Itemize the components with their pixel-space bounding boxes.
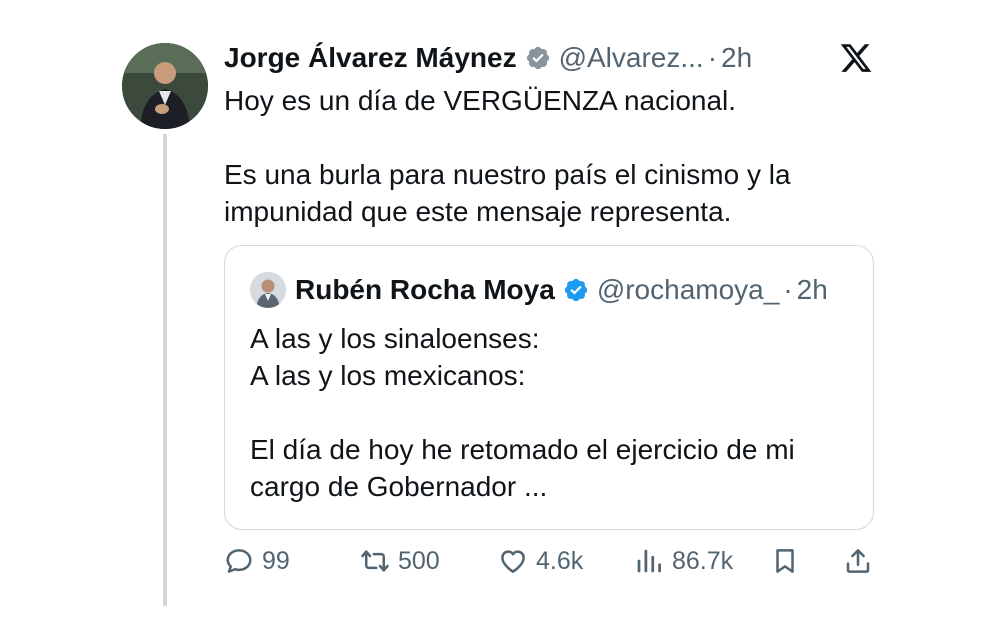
separator-dot: · bbox=[783, 274, 793, 305]
tweet-paragraph: Hoy es un día de VERGÜENZA nacional. bbox=[224, 85, 737, 116]
quoted-tweet-time[interactable]: 2h bbox=[797, 274, 828, 306]
tweet-text: Hoy es un día de VERGÜENZA nacional. Es … bbox=[224, 82, 874, 230]
separator-dot: · bbox=[707, 42, 718, 73]
views-icon bbox=[637, 549, 661, 573]
reply-button[interactable]: 99 bbox=[224, 541, 290, 581]
author-avatar[interactable] bbox=[122, 43, 208, 129]
quoted-paragraph: El día de hoy he retomado el ejercicio d… bbox=[250, 434, 795, 502]
repost-icon bbox=[361, 550, 389, 572]
quoted-author-avatar[interactable] bbox=[250, 272, 286, 308]
like-icon bbox=[501, 550, 525, 573]
views-count: 86.7k bbox=[672, 546, 734, 575]
bookmark-button[interactable] bbox=[770, 541, 800, 581]
author-handle[interactable]: @Alvarez... bbox=[559, 42, 704, 74]
tweet-paragraph: Es una burla para nuestro país el cinism… bbox=[224, 159, 791, 227]
quoted-tweet[interactable]: Rubén Rocha Moya @rochamoya_ · 2h A las … bbox=[224, 245, 874, 530]
x-logo-icon bbox=[838, 41, 874, 75]
views-button[interactable]: 86.7k bbox=[634, 541, 733, 581]
tweet-header: Jorge Álvarez Máynez @Alvarez... · 2h bbox=[224, 40, 752, 76]
like-count: 4.6k bbox=[536, 546, 584, 575]
author-name[interactable]: Jorge Álvarez Máynez bbox=[224, 42, 517, 74]
tweet-time[interactable]: 2h bbox=[721, 42, 752, 74]
verified-badge-icon bbox=[563, 277, 589, 303]
verified-badge-icon bbox=[525, 45, 551, 71]
share-button[interactable] bbox=[843, 541, 873, 581]
quoted-paragraph: A las y los sinaloenses: A las y los mex… bbox=[250, 323, 540, 391]
like-button[interactable]: 4.6k bbox=[498, 541, 583, 581]
quoted-author-name[interactable]: Rubén Rocha Moya bbox=[295, 274, 555, 306]
share-icon bbox=[846, 549, 870, 573]
action-bar: 99 500 4.6k 86.7k bbox=[224, 541, 874, 581]
bookmark-icon bbox=[776, 549, 794, 573]
thread-line bbox=[163, 134, 167, 606]
reply-count: 99 bbox=[262, 546, 290, 575]
quoted-author-handle[interactable]: @rochamoya_ bbox=[597, 274, 780, 306]
reply-icon bbox=[226, 549, 252, 573]
quoted-tweet-text: A las y los sinaloenses: A las y los mex… bbox=[250, 320, 850, 505]
quoted-tweet-header: Rubén Rocha Moya @rochamoya_ · 2h bbox=[295, 271, 828, 309]
repost-button[interactable]: 500 bbox=[360, 541, 440, 581]
repost-count: 500 bbox=[398, 546, 440, 575]
